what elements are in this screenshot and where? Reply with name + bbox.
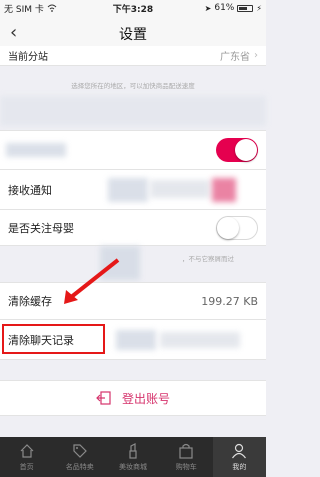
baby-hint-text: ，不与它察屑而过	[182, 255, 234, 263]
battery-icon	[237, 4, 254, 12]
bag-icon	[179, 443, 193, 459]
logout-label: 登出账号	[121, 391, 170, 406]
baby-toggle[interactable]	[216, 215, 258, 240]
branch-row[interactable]: 当前分站 广东省 ›	[0, 46, 266, 66]
cache-row[interactable]: 清除缓存 199.27 KB	[0, 282, 266, 320]
branch-hint: 选择您所在的地区，可以加快商品配送速度	[71, 82, 195, 90]
blurred-value	[160, 332, 240, 348]
blurred-value	[150, 180, 210, 198]
blurred-region	[100, 246, 140, 280]
tab-cart[interactable]: 购物车	[160, 437, 213, 477]
location-icon: ➤	[204, 3, 212, 13]
clear-chat-label: 清除聊天记录	[8, 333, 74, 347]
charging-icon: ⚡	[256, 3, 262, 13]
tab-mine[interactable]: 我的	[212, 437, 267, 477]
cache-value: 199.27 KB	[201, 294, 258, 308]
baby-label: 是否关注母婴	[8, 221, 74, 235]
branch-label: 当前分站	[8, 52, 48, 63]
page-title: 设置	[119, 27, 147, 43]
chevron-right-icon: ›	[254, 50, 258, 61]
person-icon	[232, 443, 247, 458]
toggle-row	[0, 130, 266, 170]
clear-chat-row[interactable]: 清除聊天记录	[0, 320, 266, 360]
tab-brand-sale[interactable]: 名品特卖	[53, 437, 106, 477]
wifi-icon	[47, 4, 57, 12]
toggle-knob	[217, 216, 239, 239]
toggle-knob	[235, 139, 257, 161]
tag-icon	[73, 443, 87, 458]
blurred-value	[212, 178, 236, 202]
chevron-left-icon[interactable]: ‹	[10, 22, 17, 43]
blurred-value	[108, 178, 148, 202]
tab-bar: 首页 名品特卖 美妆商城 购物车 我的	[0, 437, 267, 477]
status-left: 无 SIM 卡	[4, 2, 57, 15]
status-right: ➤ 61% ⚡	[205, 3, 262, 13]
cache-label: 清除缓存	[8, 295, 52, 308]
tab-beauty-mall[interactable]: 美妆商城	[106, 437, 159, 477]
home-icon	[20, 443, 34, 458]
tab-label: 我的	[232, 462, 247, 471]
lipstick-icon	[129, 442, 137, 459]
blurred-region	[0, 96, 266, 126]
notify-row[interactable]: 接收通知	[0, 170, 266, 210]
battery-text: 61%	[214, 3, 235, 13]
logout-button[interactable]: 登出账号	[0, 380, 266, 416]
tab-home[interactable]: 首页	[0, 437, 53, 477]
branch-value: 广东省	[220, 52, 250, 63]
first-toggle[interactable]	[216, 138, 258, 162]
logout-icon	[96, 391, 111, 405]
carrier-text: 无 SIM 卡	[4, 4, 44, 15]
baby-row: 是否关注母婴	[0, 210, 266, 246]
blurred-value	[116, 330, 156, 350]
status-bar: 无 SIM 卡 下午3:28 ➤ 61% ⚡	[0, 0, 266, 16]
tab-label: 购物车	[175, 462, 197, 471]
tab-label: 首页	[19, 462, 34, 471]
blurred-label	[6, 143, 66, 157]
tab-label: 美妆商城	[119, 462, 147, 471]
tab-label: 名品特卖	[65, 462, 94, 471]
notify-label: 接收通知	[8, 183, 52, 197]
